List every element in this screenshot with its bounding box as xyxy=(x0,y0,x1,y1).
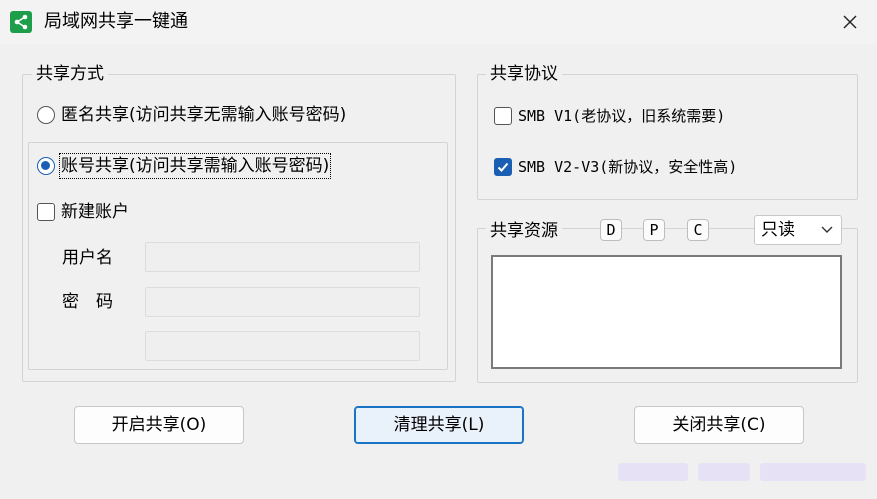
password-label: 密 码 xyxy=(62,292,113,312)
drive-c-button[interactable]: C xyxy=(687,219,709,241)
share-mode-title: 共享方式 xyxy=(32,63,108,85)
window-title: 局域网共享一键通 xyxy=(44,11,188,32)
new-account-label: 新建账户 xyxy=(61,202,129,222)
clean-share-button[interactable]: 清理共享(L) xyxy=(354,406,524,444)
protocol-group xyxy=(477,74,858,200)
anonymous-share-radio[interactable]: 匿名共享(访问共享无需输入账号密码) xyxy=(37,104,346,126)
watermark xyxy=(760,463,866,481)
smb-v1-checkbox[interactable]: SMB V1(老协议，旧系统需要) xyxy=(494,105,725,127)
resources-title: 共享资源 xyxy=(486,220,562,242)
close-icon xyxy=(843,15,857,29)
share-icon xyxy=(10,11,32,33)
confirm-password-input[interactable] xyxy=(145,331,420,361)
anonymous-share-label: 匿名共享(访问共享无需输入账号密码) xyxy=(61,105,347,125)
protocol-title: 共享协议 xyxy=(486,63,562,85)
checkmark-icon xyxy=(497,162,509,172)
new-account-check-indicator xyxy=(37,203,55,221)
smb-v2-check-indicator xyxy=(494,158,512,176)
drive-p-button[interactable]: P xyxy=(643,219,665,241)
anonymous-radio-indicator xyxy=(37,106,55,124)
access-mode-value: 只读 xyxy=(761,220,795,240)
chevron-down-icon xyxy=(821,226,833,233)
account-share-radio[interactable]: 账号共享(访问共享需输入账号密码) xyxy=(37,153,332,179)
account-share-label: 账号共享(访问共享需输入账号密码) xyxy=(58,153,332,179)
new-account-checkbox[interactable]: 新建账户 xyxy=(37,201,129,223)
watermark xyxy=(618,463,688,481)
watermark xyxy=(698,463,750,481)
username-label: 用户名 xyxy=(62,248,113,268)
smb-v2-checkbox[interactable]: SMB V2-V3(新协议，安全性高) xyxy=(494,156,737,178)
access-mode-select[interactable]: 只读 xyxy=(754,215,842,245)
smb-v1-check-indicator xyxy=(494,107,512,125)
password-input[interactable] xyxy=(145,287,420,317)
drive-d-button[interactable]: D xyxy=(600,219,622,241)
shared-resources-list[interactable] xyxy=(491,255,842,369)
close-share-button[interactable]: 关闭共享(C) xyxy=(634,406,804,444)
username-input[interactable] xyxy=(145,242,420,272)
open-share-button[interactable]: 开启共享(O) xyxy=(74,406,244,444)
close-button[interactable] xyxy=(826,0,874,44)
account-radio-indicator xyxy=(37,157,55,175)
smb-v2-label: SMB V2-V3(新协议，安全性高) xyxy=(518,158,738,176)
title-bar: 局域网共享一键通 xyxy=(0,0,877,44)
smb-v1-label: SMB V1(老协议，旧系统需要) xyxy=(518,107,726,125)
